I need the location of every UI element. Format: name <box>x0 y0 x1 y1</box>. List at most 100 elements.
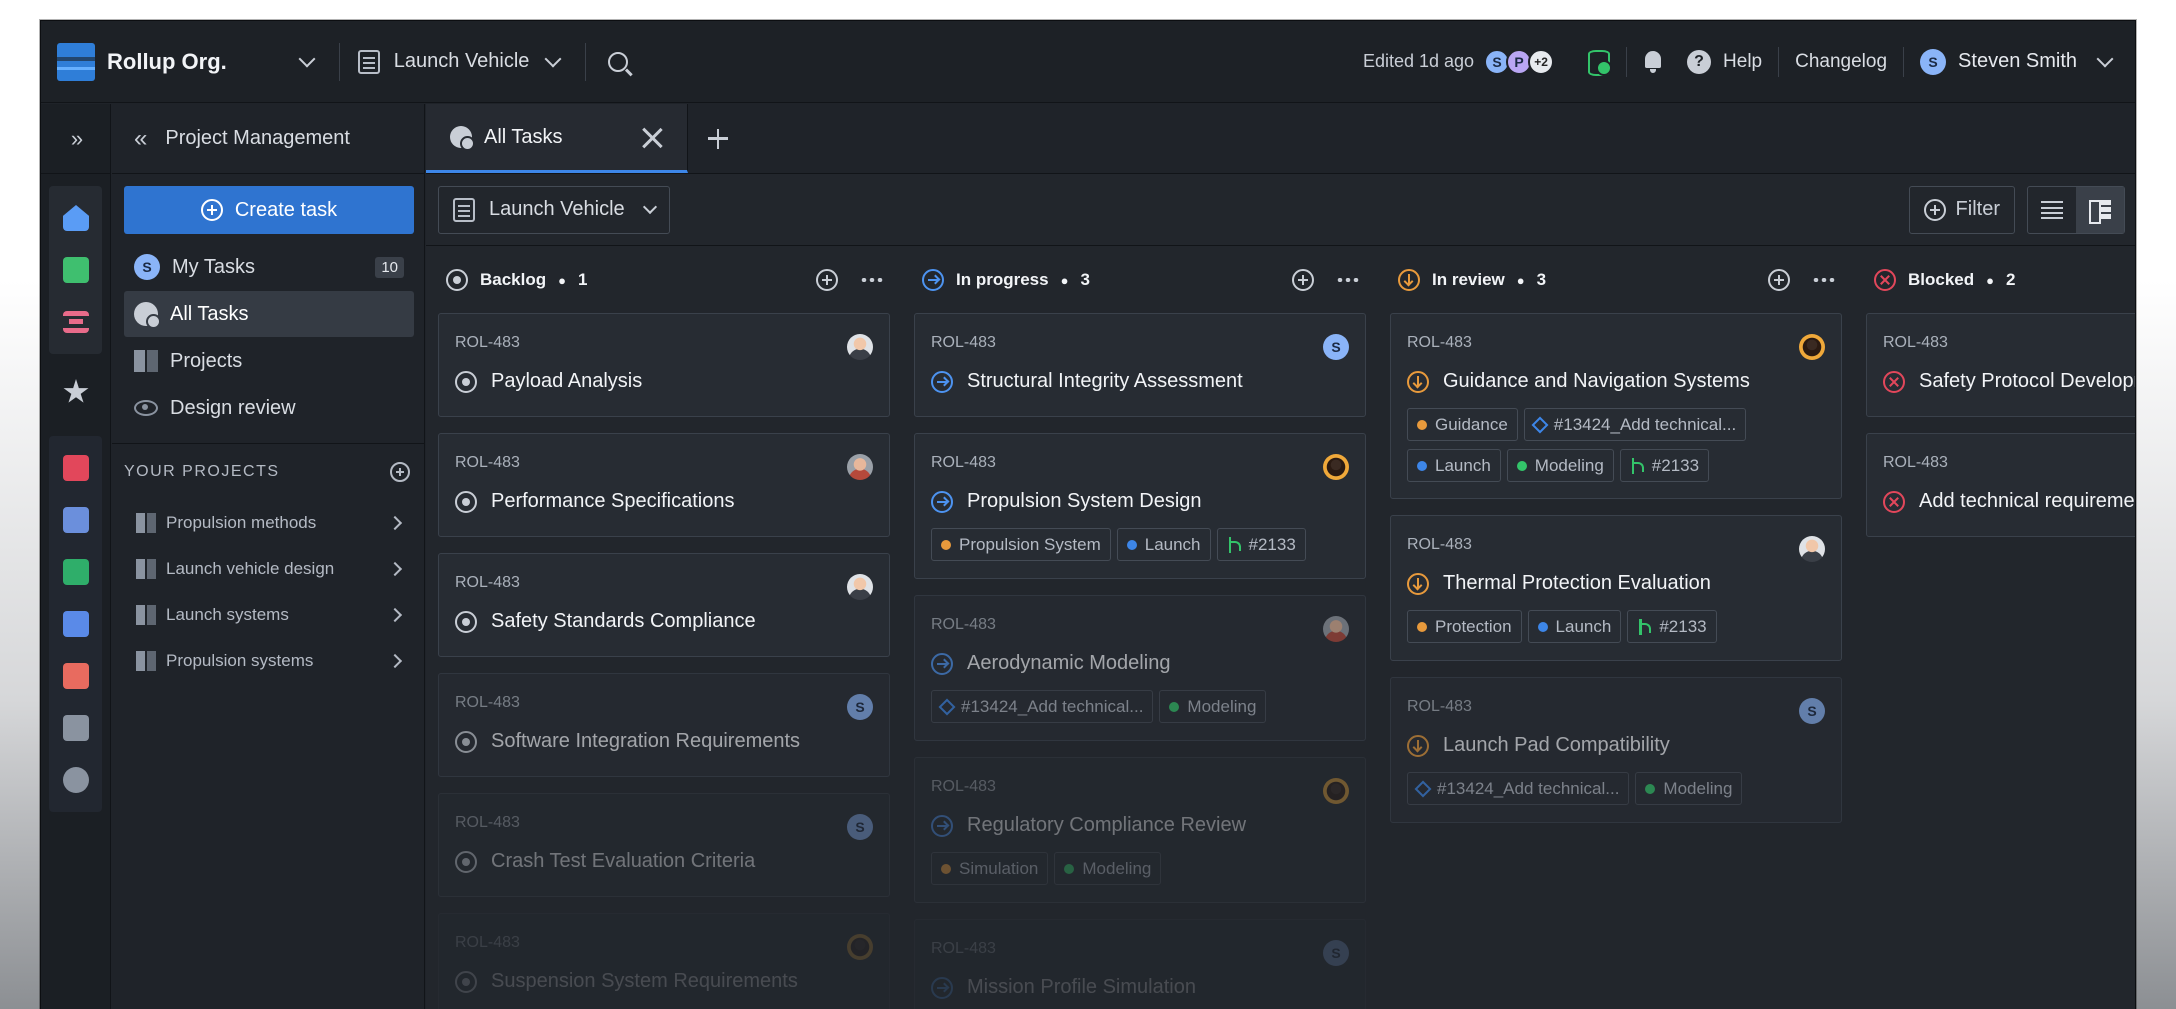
task-card[interactable]: ROL-483 Performance Specifications <box>438 433 890 537</box>
card-tag[interactable]: Simulation <box>931 852 1049 885</box>
task-card[interactable]: ROL-483SAdd technical requirements <box>1866 433 2135 537</box>
task-card[interactable]: ROL-483 S Mission Profile Simulation <box>914 919 1366 1009</box>
search-icon[interactable] <box>608 51 629 72</box>
create-task-button[interactable]: Create task <box>124 186 414 234</box>
database-sync-icon[interactable] <box>1588 49 1613 76</box>
status-backlog-icon[interactable] <box>455 970 477 993</box>
assignee-avatar[interactable]: S <box>847 814 873 840</box>
card-tag[interactable]: #2133 <box>1619 449 1710 482</box>
bell-icon[interactable] <box>1643 50 1663 73</box>
status-progress-icon[interactable] <box>931 652 953 675</box>
sidebar-item-my-tasks[interactable]: S My Tasks 10 <box>124 244 414 290</box>
rail-item-tool[interactable] <box>49 598 103 650</box>
status-backlog-icon[interactable] <box>455 370 477 393</box>
card-tag[interactable]: #2133 <box>1216 528 1306 561</box>
assignee-avatar[interactable] <box>847 574 873 600</box>
sidebar-item-projects[interactable]: Projects <box>124 338 414 384</box>
status-backlog-icon[interactable] <box>455 610 477 633</box>
assignee-avatar[interactable] <box>847 334 873 360</box>
assignee-avatar[interactable] <box>1323 616 1349 642</box>
assignee-avatar[interactable] <box>847 934 873 960</box>
close-icon[interactable] <box>641 127 663 149</box>
add-card-icon[interactable] <box>816 269 838 291</box>
status-blocked-icon[interactable] <box>1883 490 1905 513</box>
filter-button[interactable]: Filter <box>1908 185 2015 234</box>
changelog-link[interactable]: Changelog <box>1795 51 1887 73</box>
assignee-avatar[interactable] <box>1323 778 1349 804</box>
task-card[interactable]: ROL-483 Payload Analysis <box>438 313 890 417</box>
assignee-avatar[interactable]: S <box>1323 940 1349 966</box>
card-tag[interactable]: #2133 <box>1627 610 1717 643</box>
rail-item-tool[interactable] <box>49 650 103 702</box>
assignee-avatar[interactable] <box>1799 536 1825 562</box>
rail-item-tool[interactable] <box>49 494 103 546</box>
task-card[interactable]: ROL-483 S Software Integration Requirement… <box>438 673 890 777</box>
project-item[interactable]: Launch vehicle design <box>112 546 424 592</box>
task-card[interactable]: ROL-483 S Crash Test Evaluation Criteria <box>438 793 890 897</box>
card-tag[interactable]: Modeling <box>1054 852 1162 885</box>
task-card[interactable]: ROL-483 Thermal Protection Evaluation Prot… <box>1390 515 1842 661</box>
rail-item-tool[interactable] <box>49 754 103 806</box>
card-tag[interactable]: Modeling <box>1635 772 1743 805</box>
status-progress-icon[interactable] <box>931 976 953 999</box>
task-card[interactable]: ROL-483 S Launch Pad Compatibility #13424_A… <box>1390 677 1842 823</box>
sidebar-item-design-review[interactable]: Design review <box>124 385 414 431</box>
assignee-avatar[interactable]: S <box>1323 334 1349 360</box>
rail-item-tool[interactable] <box>49 546 103 598</box>
more-options-icon[interactable] <box>860 278 884 282</box>
rail-item-tool[interactable] <box>49 702 103 754</box>
card-tag[interactable]: Guidance <box>1407 408 1518 441</box>
more-collaborators-badge[interactable]: +2 <box>1528 48 1555 75</box>
collapse-sidebar-icon[interactable]: « <box>134 125 148 153</box>
vehicle-filter-select[interactable]: Launch Vehicle <box>438 185 670 234</box>
task-card[interactable]: ROL-483 Aerodynamic Modeling #13424_Add te… <box>914 595 1366 741</box>
status-review-icon[interactable] <box>1407 370 1429 393</box>
assignee-avatar[interactable]: S <box>1799 698 1825 724</box>
add-card-icon[interactable] <box>1292 269 1314 291</box>
sidebar-item-all-tasks[interactable]: All Tasks <box>124 291 414 337</box>
add-card-icon[interactable] <box>1768 269 1790 291</box>
tab-all-tasks[interactable]: All Tasks <box>426 104 688 173</box>
project-item[interactable]: Launch systems <box>112 592 424 638</box>
assignee-avatar[interactable]: S <box>847 694 873 720</box>
status-progress-icon[interactable] <box>931 370 953 393</box>
task-card[interactable]: ROL-483 Guidance and Navigation Systems Gu… <box>1390 313 1842 499</box>
list-view-button[interactable] <box>2028 187 2076 233</box>
status-progress-icon[interactable] <box>931 490 953 513</box>
rail-item-home[interactable] <box>49 192 103 244</box>
vehicle-selector[interactable]: Launch Vehicle <box>357 49 562 74</box>
task-card[interactable]: ROL-483SSafety Protocol Development <box>1866 313 2135 417</box>
task-card[interactable]: ROL-483 Propulsion System Design Propulsio… <box>914 433 1366 579</box>
card-tag[interactable]: Modeling <box>1506 449 1614 482</box>
help-link[interactable]: Help <box>1723 51 1762 73</box>
user-menu[interactable]: S Steven Smith <box>1920 48 2114 75</box>
assignee-avatar[interactable] <box>1323 454 1349 480</box>
card-tag[interactable]: Propulsion System <box>931 528 1111 561</box>
status-blocked-icon[interactable] <box>1883 370 1905 393</box>
add-tab-button[interactable] <box>688 104 748 173</box>
card-tag[interactable]: Launch <box>1116 528 1211 561</box>
help-icon[interactable]: ? <box>1687 49 1712 74</box>
rail-item-inbox[interactable] <box>49 244 103 296</box>
assignee-avatar[interactable] <box>847 454 873 480</box>
card-tag[interactable]: Launch <box>1527 610 1622 643</box>
expand-rail-button[interactable]: » <box>41 104 110 174</box>
task-card[interactable]: ROL-483 S Structural Integrity Assessment <box>914 313 1366 417</box>
status-progress-icon[interactable] <box>931 814 953 837</box>
more-options-icon[interactable] <box>1336 278 1360 282</box>
add-project-icon[interactable] <box>390 462 410 482</box>
project-item[interactable]: Propulsion systems <box>112 638 424 684</box>
board-view-button[interactable] <box>2076 186 2124 233</box>
org-switcher[interactable]: Rollup Org. <box>41 21 316 102</box>
more-options-icon[interactable] <box>1812 278 1836 282</box>
card-tag[interactable]: #13424_Add technical... <box>1523 408 1747 441</box>
card-tag[interactable]: Launch <box>1407 449 1501 482</box>
status-review-icon[interactable] <box>1407 734 1429 757</box>
card-tag[interactable]: Modeling <box>1159 690 1267 723</box>
status-backlog-icon[interactable] <box>455 730 477 753</box>
assignee-avatar[interactable] <box>1799 334 1825 360</box>
rail-item-favorites[interactable] <box>49 366 103 418</box>
card-tag[interactable]: #13424_Add technical... <box>931 690 1154 723</box>
project-item[interactable]: Propulsion methods <box>112 500 424 546</box>
status-backlog-icon[interactable] <box>455 490 477 513</box>
